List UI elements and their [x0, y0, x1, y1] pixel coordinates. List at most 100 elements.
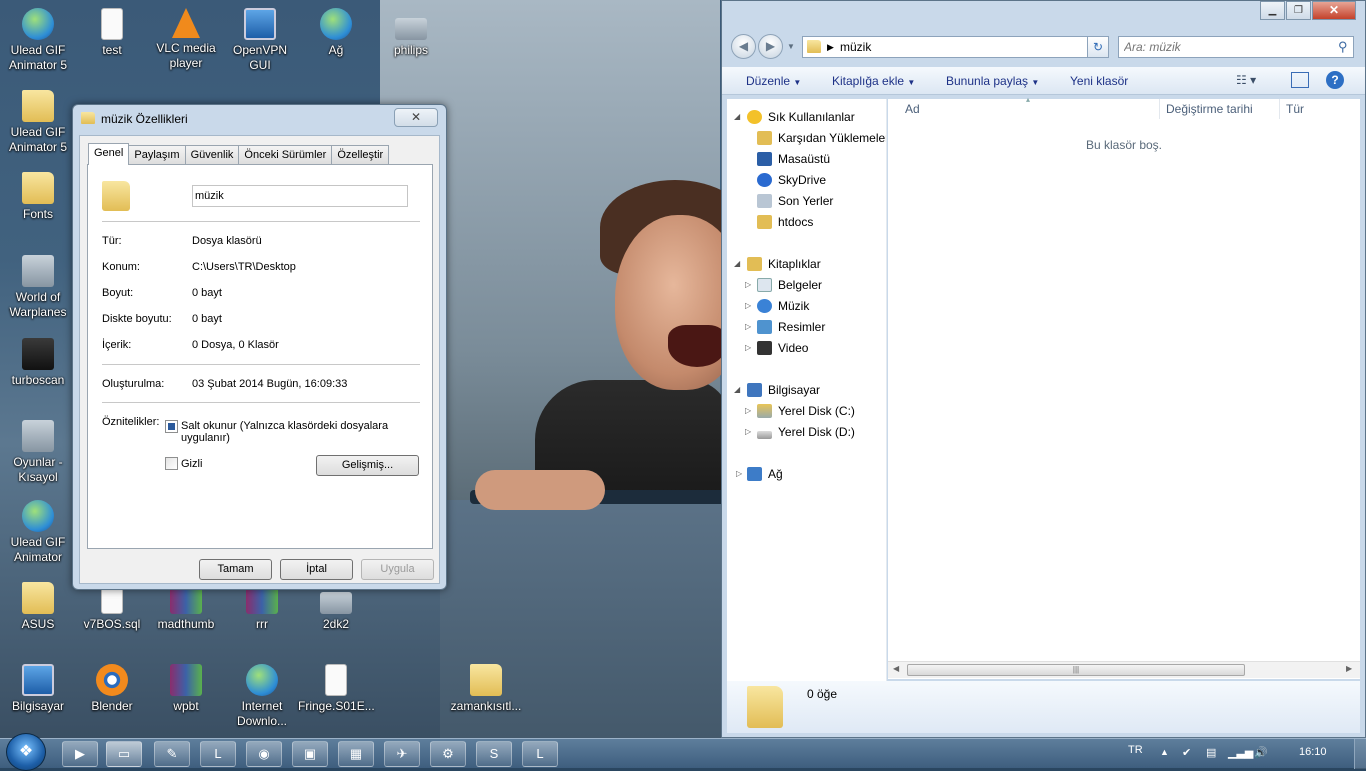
horizontal-scrollbar[interactable]: ◀ ||| ▶: [888, 661, 1360, 678]
scroll-right-icon[interactable]: ▶: [1346, 664, 1352, 673]
desktop-icon-blender[interactable]: Blender: [74, 664, 150, 714]
dialog-titlebar[interactable]: müzik Özellikleri ✕: [73, 105, 446, 131]
expand-arrow-icon[interactable]: ◢: [734, 107, 740, 127]
desktop-icon-fringe[interactable]: Fringe.S01E...: [298, 664, 375, 714]
desktop-icon-zamankisitl[interactable]: zamankısıtl...: [448, 664, 524, 714]
taskbar-app-l[interactable]: L: [200, 741, 236, 767]
nav-downloads[interactable]: Karşıdan Yüklemeler: [757, 128, 886, 148]
desktop-icon-network[interactable]: Ağ: [298, 8, 374, 58]
expand-arrow-icon[interactable]: ◢: [734, 254, 740, 274]
address-bar[interactable]: ▶ müzik ▼: [802, 36, 1102, 58]
nav-computer[interactable]: Bilgisayar: [747, 380, 820, 400]
apply-button[interactable]: Uygula: [361, 559, 434, 580]
taskbar-window-app[interactable]: ▦: [338, 741, 374, 767]
desktop-icon-ulead-gif-animator-5[interactable]: Ulead GIF Animator 5: [0, 8, 76, 73]
tab-previous-versions[interactable]: Önceki Sürümler: [238, 145, 333, 165]
close-button[interactable]: ✕: [1312, 1, 1356, 20]
taskbar-terminal[interactable]: ▣: [292, 741, 328, 767]
tab-sharing[interactable]: Paylaşım: [128, 145, 186, 165]
hidden-label[interactable]: Gizli: [181, 458, 202, 470]
clock[interactable]: 16:10: [1299, 746, 1327, 758]
search-input[interactable]: [1118, 36, 1354, 58]
nav-music[interactable]: Müzik: [757, 296, 809, 316]
add-to-library-button[interactable]: Kitaplığa ekle ▼: [832, 74, 915, 88]
breadcrumb-arrow-icon[interactable]: ▶: [827, 37, 834, 57]
hidden-checkbox[interactable]: [165, 457, 178, 470]
collapse-arrow-icon[interactable]: ▷: [745, 275, 751, 295]
taskbar-notepad[interactable]: ✎: [154, 741, 190, 767]
minimize-button[interactable]: ▁: [1260, 1, 1285, 20]
tray-security-icon[interactable]: ✔: [1182, 746, 1191, 759]
expand-arrow-icon[interactable]: ◢: [734, 380, 740, 400]
nav-documents[interactable]: Belgeler: [757, 275, 822, 295]
desktop-icon-fonts[interactable]: Fonts: [0, 172, 76, 222]
desktop-icon-ulead-gif-animator[interactable]: Ulead GIF Animator: [0, 500, 76, 565]
maximize-button[interactable]: ❐: [1286, 1, 1311, 20]
collapse-arrow-icon[interactable]: ▷: [745, 422, 751, 442]
column-date-modified[interactable]: Değiştirme tarihi: [1166, 102, 1253, 116]
volume-icon[interactable]: 🔊: [1254, 746, 1268, 759]
desktop-icon-turboscan[interactable]: turboscan: [0, 338, 76, 388]
scroll-thumb[interactable]: |||: [907, 664, 1245, 676]
collapse-arrow-icon[interactable]: ▷: [745, 317, 751, 337]
organize-button[interactable]: Düzenle ▼: [746, 74, 801, 88]
tray-signal-icon[interactable]: ▁▃▅: [1228, 746, 1253, 759]
desktop-icon-asus[interactable]: ASUS: [0, 582, 76, 632]
desktop-icon-test[interactable]: test: [74, 8, 150, 58]
desktop-icon-philips[interactable]: philips: [373, 8, 449, 58]
taskbar-chrome[interactable]: ◉: [246, 741, 282, 767]
search-icon[interactable]: ⚲: [1338, 39, 1348, 55]
nav-network[interactable]: Ağ: [747, 464, 783, 484]
start-button[interactable]: ❖: [6, 733, 46, 771]
advanced-button[interactable]: Gelişmiş...: [316, 455, 419, 476]
readonly-label[interactable]: Salt okunur (Yalnızca klasördeki dosyala…: [181, 420, 432, 444]
collapse-arrow-icon[interactable]: ▷: [745, 338, 751, 358]
dialog-close-button[interactable]: ✕: [394, 108, 438, 127]
nav-videos[interactable]: Video: [757, 338, 808, 358]
address-text[interactable]: müzik: [840, 37, 871, 57]
desktop-icon-computer[interactable]: Bilgisayar: [0, 664, 76, 714]
nav-local-disk-d[interactable]: Yerel Disk (D:): [757, 422, 855, 442]
nav-libraries[interactable]: Kitaplıklar: [747, 254, 821, 274]
scroll-left-icon[interactable]: ◀: [893, 664, 899, 673]
tab-general[interactable]: Genel: [88, 143, 130, 165]
taskbar-game[interactable]: ✈: [384, 741, 420, 767]
taskbar-media-player[interactable]: ▶: [62, 741, 98, 767]
collapse-arrow-icon[interactable]: ▷: [736, 464, 742, 484]
desktop-icon-world-of-warplanes[interactable]: World of Warplanes: [0, 255, 76, 320]
nav-pictures[interactable]: Resimler: [757, 317, 825, 337]
column-separator[interactable]: [1159, 99, 1160, 119]
column-name[interactable]: Ad: [905, 102, 920, 116]
collapse-arrow-icon[interactable]: ▷: [745, 296, 751, 316]
show-desktop-button[interactable]: [1354, 739, 1366, 769]
nav-recent-places[interactable]: Son Yerler: [757, 191, 833, 211]
column-type[interactable]: Tür: [1286, 102, 1304, 116]
nav-favorites[interactable]: Sık Kullanılanlar: [747, 107, 855, 127]
taskbar-app-l2[interactable]: L: [522, 741, 558, 767]
nav-htdocs[interactable]: htdocs: [757, 212, 813, 232]
desktop-icon-games[interactable]: Oyunlar - Kısayol: [0, 420, 76, 485]
share-with-button[interactable]: Bununla paylaş ▼: [946, 74, 1039, 88]
collapse-arrow-icon[interactable]: ▷: [745, 401, 751, 421]
language-indicator[interactable]: TR: [1128, 744, 1143, 756]
preview-pane-icon[interactable]: [1291, 72, 1309, 88]
desktop-icon-internet-download-manager[interactable]: Internet Downlo...: [224, 664, 300, 729]
readonly-checkbox[interactable]: [165, 420, 178, 433]
folder-name-field[interactable]: [192, 185, 408, 207]
back-button[interactable]: ◀: [731, 34, 756, 59]
nav-skydrive[interactable]: SkyDrive: [757, 170, 826, 190]
desktop-icon-ulead-folder[interactable]: Ulead GIF Animator 5: [0, 90, 76, 155]
taskbar-explorer[interactable]: ▭: [106, 741, 142, 767]
nav-desktop[interactable]: Masaüstü: [757, 149, 830, 169]
view-options-icon[interactable]: ☷ ▾: [1236, 73, 1256, 87]
taskbar-steam[interactable]: ⚙: [430, 741, 466, 767]
tab-security[interactable]: Güvenlik: [184, 145, 240, 165]
taskbar-skype[interactable]: S: [476, 741, 512, 767]
cancel-button[interactable]: İptal: [280, 559, 353, 580]
refresh-button[interactable]: ↻: [1087, 36, 1109, 58]
tray-device-icon[interactable]: ▤: [1206, 746, 1216, 759]
desktop-icon-openvpn[interactable]: OpenVPN GUI: [222, 8, 298, 73]
desktop-icon-wpbt[interactable]: wpbt: [148, 664, 224, 714]
ok-button[interactable]: Tamam: [199, 559, 272, 580]
desktop-icon-vlc[interactable]: VLC media player: [148, 8, 224, 71]
